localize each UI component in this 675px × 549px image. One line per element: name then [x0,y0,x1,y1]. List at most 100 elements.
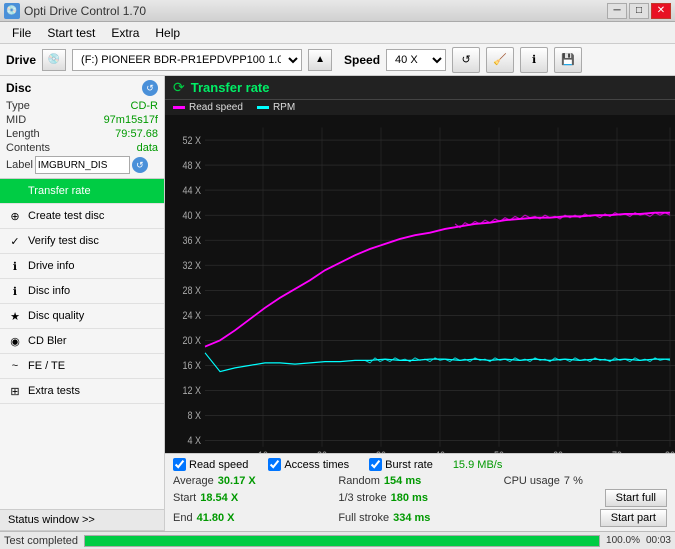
menu-start-test[interactable]: Start test [39,24,103,42]
disc-length-value: 79:57.68 [115,128,158,140]
chart-title: Transfer rate [191,80,270,95]
start-full-button[interactable]: Start full [605,489,667,507]
start-label: Start [173,492,196,504]
nav-disc-info[interactable]: ℹ Disc info [0,279,164,304]
svg-text:10: 10 [258,450,268,453]
nav-extra-tests[interactable]: ⊞ Extra tests [0,379,164,404]
disc-length-label: Length [6,128,40,140]
nav-create-test-disc[interactable]: ⊕ Create test disc [0,204,164,229]
save-button[interactable]: 💾 [554,47,582,73]
titlebar: 💿 Opti Drive Control 1.70 ─ □ ✕ [0,0,675,22]
svg-text:20: 20 [317,450,327,453]
disc-label-input[interactable] [35,156,130,174]
legend-read-speed: Read speed [173,102,243,113]
app-title: Opti Drive Control 1.70 [24,4,146,18]
end-label: End [173,512,193,524]
svg-text:60: 60 [553,450,563,453]
app-icon: 💿 [4,3,20,19]
legend-rpm-label: RPM [273,102,295,113]
disc-section: Disc ↺ Type CD-R MID 97m15s17f Length 79… [0,76,164,179]
disc-header: Disc ↺ [6,80,158,96]
status-window-button[interactable]: Status window >> [0,510,164,531]
svg-text:48 X: 48 X [182,160,201,172]
maximize-button[interactable]: □ [629,3,649,19]
disc-refresh-icon[interactable]: ↺ [142,80,158,96]
average-value: 30.17 X [218,475,256,487]
nav-transfer-rate[interactable]: ⟳ Transfer rate [0,179,164,204]
svg-text:20 X: 20 X [182,335,201,347]
svg-text:70: 70 [612,450,622,453]
menu-file[interactable]: File [4,24,39,42]
disc-info-icon: ℹ [8,284,22,298]
nav-drive-info[interactable]: ℹ Drive info [0,254,164,279]
progress-fill [85,536,599,546]
access-times-checkbox-label[interactable]: Access times [268,458,349,471]
random-label: Random [338,475,380,487]
nav-cd-bler[interactable]: ◉ CD Bler [0,329,164,354]
refresh-speed-button[interactable]: ↺ [452,47,480,73]
disc-title: Disc [6,81,31,95]
nav-verify-test-disc[interactable]: ✓ Verify test disc [0,229,164,254]
nav-transfer-rate-label: Transfer rate [28,185,91,197]
menu-extra[interactable]: Extra [103,24,147,42]
titlebar-left: 💿 Opti Drive Control 1.70 [4,3,146,19]
svg-text:44 X: 44 X [182,185,201,197]
drive-select[interactable]: (F:) PIONEER BDR-PR1EPDVPP100 1.01 [72,49,302,71]
speed-select[interactable]: 40 X [386,49,446,71]
disc-label-label: Label [6,159,33,171]
burst-rate-cb-label: Burst rate [385,459,433,471]
average-label: Average [173,475,214,487]
read-speed-checkbox-label[interactable]: Read speed [173,458,248,471]
disc-mid-value: 97m15s17f [104,114,158,126]
eject-button[interactable]: ▲ [308,49,332,71]
disc-label-row: Label ↺ [6,156,158,174]
menu-help[interactable]: Help [147,24,188,42]
status-window-label: Status window >> [8,514,95,526]
start-part-button[interactable]: Start part [600,509,667,527]
svg-text:52 X: 52 X [182,135,201,147]
start-value: 18.54 X [200,492,238,504]
close-button[interactable]: ✕ [651,3,671,19]
svg-text:24 X: 24 X [182,310,201,322]
nav-extra-tests-label: Extra tests [28,385,80,397]
legend-rpm: RPM [257,102,295,113]
svg-text:30: 30 [376,450,386,453]
minimize-button[interactable]: ─ [607,3,627,19]
access-times-checkbox[interactable] [268,458,281,471]
svg-text:8 X: 8 X [187,410,201,422]
drive-icon-btn[interactable]: 💿 [42,49,66,71]
erase-button[interactable]: 🧹 [486,47,514,73]
chart-canvas: 52 X 48 X 44 X 40 X 36 X 32 X 28 X 24 X … [165,115,675,453]
nav-disc-quality-label: Disc quality [28,310,84,322]
svg-text:12 X: 12 X [182,385,201,397]
chart-stats: Read speed Access times Burst rate 15.9 … [165,453,675,531]
drive-info-icon: ℹ [8,259,22,273]
info-button[interactable]: ℹ [520,47,548,73]
disc-label-refresh-icon[interactable]: ↺ [132,157,148,173]
disc-quality-icon: ★ [8,309,22,323]
nav-fe-te[interactable]: ~ FE / TE [0,354,164,379]
burst-rate-checkbox[interactable] [369,458,382,471]
read-speed-checkbox[interactable] [173,458,186,471]
progress-time: 00:03 [646,535,671,546]
drive-label: Drive [6,53,36,67]
checkboxes-row: Read speed Access times Burst rate 15.9 … [173,458,667,471]
stroke13-label: 1/3 stroke [338,492,386,504]
main-content: Disc ↺ Type CD-R MID 97m15s17f Length 79… [0,76,675,531]
svg-text:32 X: 32 X [182,260,201,272]
menubar: File Start test Extra Help [0,22,675,44]
fullstroke-row: Full stroke 334 ms [338,509,501,527]
drivebar: Drive 💿 (F:) PIONEER BDR-PR1EPDVPP100 1.… [0,44,675,76]
nav-cd-bler-label: CD Bler [28,335,67,347]
random-row: Random 154 ms [338,475,501,487]
average-row: Average 30.17 X [173,475,336,487]
burst-rate-checkbox-label[interactable]: Burst rate [369,458,433,471]
nav-disc-quality[interactable]: ★ Disc quality [0,304,164,329]
svg-text:40 X: 40 X [182,210,201,222]
extra-tests-icon: ⊞ [8,384,22,398]
disc-mid-row: MID 97m15s17f [6,114,158,126]
disc-mid-label: MID [6,114,26,126]
status-window-section: Status window >> [0,509,164,531]
stroke13-value: 180 ms [391,492,428,504]
chart-header-icon: ⟳ [173,79,185,96]
